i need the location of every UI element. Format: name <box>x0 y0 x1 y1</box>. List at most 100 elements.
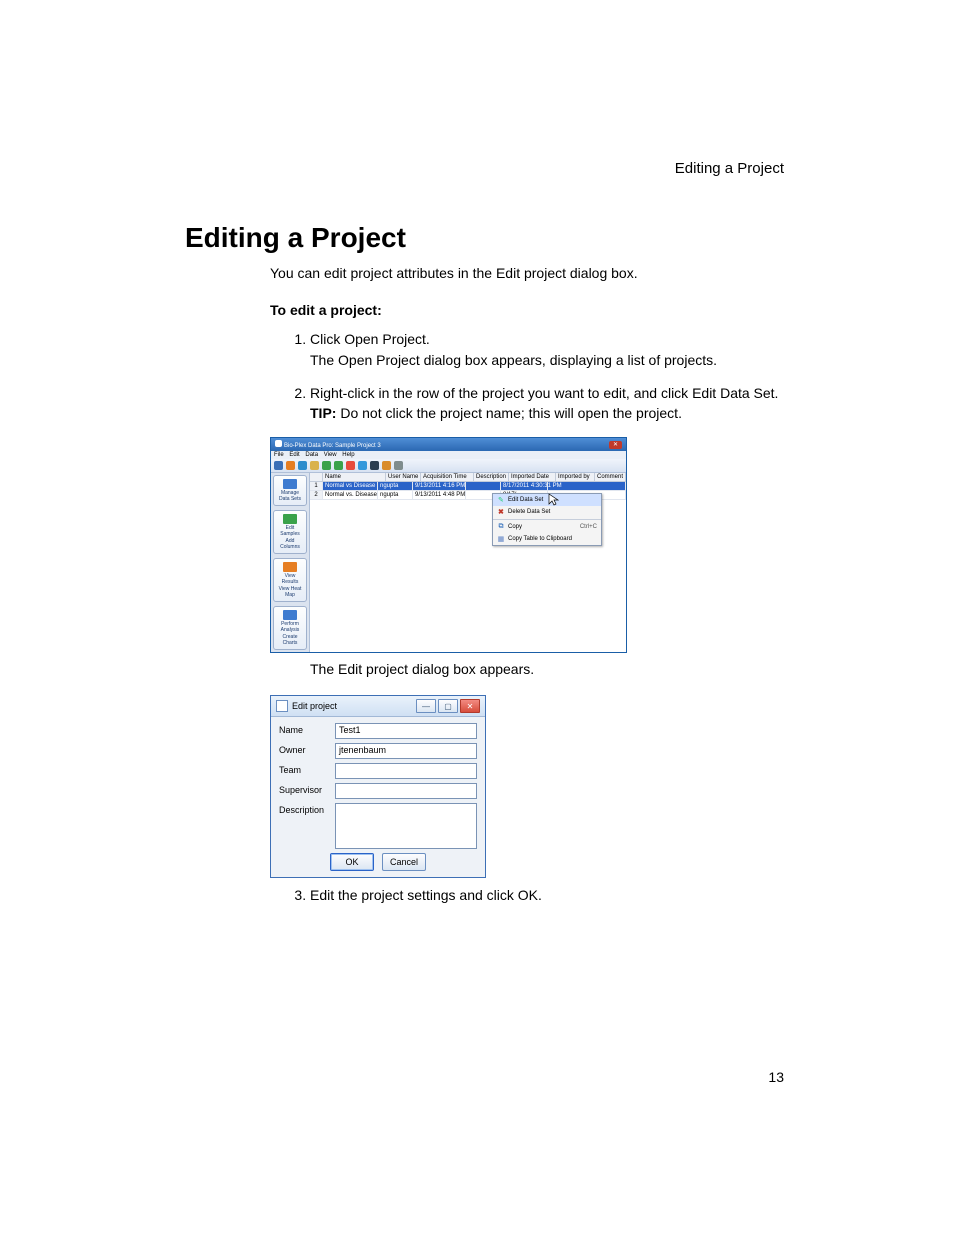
cell-desc <box>466 482 501 490</box>
sidebar-item-label: Perform Analysis <box>276 621 304 633</box>
step-2: Right-click in the row of the project yo… <box>310 384 784 424</box>
row-index: 2 <box>310 491 323 499</box>
menu-file[interactable]: File <box>274 452 284 458</box>
ctx-label: Delete Data Set <box>508 509 550 515</box>
maximize-icon[interactable]: ▢ <box>438 699 458 713</box>
supervisor-field[interactable] <box>335 783 477 799</box>
sidebar-item-analysis[interactable]: Perform Analysis Create Charts <box>273 606 307 650</box>
label-name: Name <box>279 723 329 735</box>
col-imported-by[interactable]: Imported by <box>556 473 595 481</box>
description-field[interactable] <box>335 803 477 849</box>
col-username[interactable]: User Name <box>386 473 421 481</box>
figure-app-window: Bio-Plex Data Pro: Sample Project 3 ✕ Fi… <box>270 437 784 653</box>
sidebar-item-sublabel: Create Charts <box>276 634 304 646</box>
app-icon <box>275 440 282 447</box>
step-1-sub: The Open Project dialog box appears, dis… <box>310 351 784 370</box>
cell-imp: 8/17/2011 4:30:31 PM <box>501 482 548 490</box>
name-field[interactable]: Test1 <box>335 723 477 739</box>
cell-rest <box>548 482 626 490</box>
close-icon[interactable]: ✕ <box>460 699 480 713</box>
cell-user: ngupta <box>378 482 413 490</box>
table-icon: ▦ <box>497 535 505 543</box>
figure-edit-dialog: Edit project — ▢ ✕ Name Test1 Owner jten… <box>270 695 784 878</box>
home-icon[interactable] <box>274 461 283 470</box>
sidebar-item-view-results[interactable]: View Results View Heat Map <box>273 558 307 602</box>
close-icon[interactable]: ✕ <box>609 441 622 449</box>
delete-icon: ✖ <box>497 508 505 516</box>
col-description[interactable]: Description <box>474 473 509 481</box>
label-description: Description <box>279 803 329 815</box>
team-field[interactable] <box>335 763 477 779</box>
step-2-text: Right-click in the row of the project yo… <box>310 385 778 401</box>
document-icon[interactable] <box>310 461 319 470</box>
edit-icon: ✎ <box>497 496 505 504</box>
toolbar <box>271 459 626 473</box>
menu-view[interactable]: View <box>324 452 337 458</box>
col-imported-date[interactable]: Imported Date <box>509 473 556 481</box>
menu-edit[interactable]: Edit <box>289 452 299 458</box>
ctx-copy-table[interactable]: ▦ Copy Table to Clipboard <box>493 533 601 545</box>
app-titlebar[interactable]: Bio-Plex Data Pro: Sample Project 3 ✕ <box>271 438 626 451</box>
undo-icon[interactable] <box>322 461 331 470</box>
owner-field[interactable]: jtenenbaum <box>335 743 477 759</box>
step-3-text: Edit the project settings and click OK. <box>310 887 542 903</box>
minimize-icon[interactable]: — <box>416 699 436 713</box>
ctx-shortcut: Ctrl+C <box>580 524 597 530</box>
running-header: Editing a Project <box>185 160 784 177</box>
sidebar-item-manage-data[interactable]: Manage Data Sets <box>273 475 307 506</box>
intro-text: You can edit project attributes in the E… <box>270 264 784 283</box>
row-index: 1 <box>310 482 323 490</box>
menu-help[interactable]: Help <box>342 452 354 458</box>
context-menu[interactable]: ✎ Edit Data Set ✖ Delete Data Set ⧉ Copy… <box>492 493 602 546</box>
filter-icon[interactable] <box>358 461 367 470</box>
menu-data[interactable]: Data <box>305 452 318 458</box>
separator <box>493 519 601 520</box>
step-3: Edit the project settings and click OK. <box>310 886 784 905</box>
cell-user: ngupta <box>378 491 413 499</box>
list-icon <box>283 479 297 489</box>
ctx-label: Copy <box>508 524 522 530</box>
ctx-delete-data-set[interactable]: ✖ Delete Data Set <box>493 506 601 518</box>
dialog-title: Edit project <box>292 701 416 711</box>
cell-acq: 9/13/2011 4:16 PM <box>413 482 466 490</box>
copy-icon: ⧉ <box>497 523 505 531</box>
col-name[interactable]: Name <box>323 473 386 481</box>
gear-icon[interactable] <box>394 461 403 470</box>
step-1: Click Open Project. The Open Project dia… <box>310 330 784 370</box>
figure1-caption: The Edit project dialog box appears. <box>310 661 784 677</box>
sidebar-item-edit-samples[interactable]: Edit Samples Add Columns <box>273 510 307 554</box>
sidebar-item-label: View Results <box>276 573 304 585</box>
label-owner: Owner <box>279 743 329 755</box>
sidebar-item-sublabel: Add Columns <box>276 538 304 550</box>
ok-button[interactable]: OK <box>330 853 374 871</box>
dialog-titlebar[interactable]: Edit project — ▢ ✕ <box>271 696 485 717</box>
save-icon[interactable] <box>298 461 307 470</box>
page-number: 13 <box>768 1069 784 1085</box>
sidebar-item-sublabel: View Heat Map <box>276 586 304 598</box>
cancel-button[interactable]: Cancel <box>382 853 426 871</box>
label-supervisor: Supervisor <box>279 783 329 795</box>
table-row[interactable]: 1 Normal vs Disease serum 3 ngupta 9/13/… <box>310 482 626 491</box>
ctx-label: Edit Data Set <box>508 497 543 503</box>
sidebar-item-label: Edit Samples <box>276 525 304 537</box>
ctx-edit-data-set[interactable]: ✎ Edit Data Set <box>493 494 601 506</box>
step-1-text: Click Open Project. <box>310 331 430 347</box>
procedure-label: To edit a project: <box>270 301 784 320</box>
chart-icon <box>283 610 297 620</box>
ctx-copy[interactable]: ⧉ Copy Ctrl+C <box>493 521 601 533</box>
app-title: Bio-Plex Data Pro: Sample Project 3 <box>284 443 381 449</box>
col-acq-time[interactable]: Acquisition Time <box>421 473 474 481</box>
sidebar: Manage Data Sets Edit Samples Add Column… <box>271 473 310 652</box>
heatmap-icon <box>283 562 297 572</box>
tip-label: TIP: <box>310 405 336 421</box>
step-2-tip: TIP: Do not click the project name; this… <box>310 404 784 423</box>
col-comment[interactable]: Comment <box>595 473 626 481</box>
open-icon[interactable] <box>286 461 295 470</box>
pause-icon[interactable] <box>370 461 379 470</box>
grid-icon[interactable] <box>346 461 355 470</box>
cell-acq: 9/13/2011 4:48 PM <box>413 491 466 499</box>
cell-name: Normal vs. Disease plasma 1 <box>323 491 378 499</box>
redo-icon[interactable] <box>334 461 343 470</box>
globe-icon[interactable] <box>382 461 391 470</box>
menu-bar[interactable]: File Edit Data View Help <box>271 451 626 459</box>
